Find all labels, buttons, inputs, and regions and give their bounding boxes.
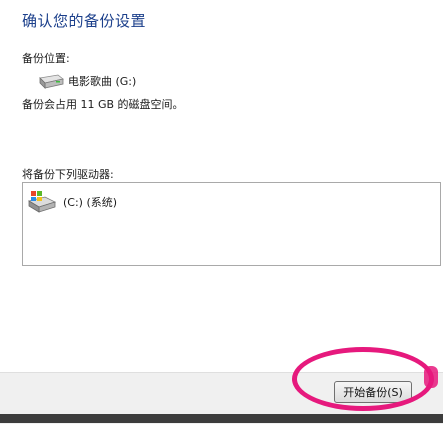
footer-edge xyxy=(0,414,443,423)
drive-list[interactable]: (C:) (系统) xyxy=(22,182,441,266)
dialog-title: 确认您的备份设置 xyxy=(22,12,147,30)
backup-space-text: 备份会占用 11 GB 的磁盘空间。 xyxy=(22,98,184,111)
list-item[interactable]: (C:) (系统) xyxy=(27,189,117,215)
backup-location-label: 备份位置: xyxy=(22,52,70,65)
drive-item-label: (C:) (系统) xyxy=(63,196,118,209)
hard-drive-icon xyxy=(36,72,64,90)
windows-drive-icon xyxy=(27,189,57,215)
backup-drive-row: 电影歌曲 (G:) xyxy=(36,72,136,90)
drive-list-label: 将备份下列驱动器: xyxy=(22,168,114,181)
start-backup-button[interactable]: 开始备份(S) xyxy=(334,381,412,403)
backup-drive-name: 电影歌曲 (G:) xyxy=(68,75,137,88)
